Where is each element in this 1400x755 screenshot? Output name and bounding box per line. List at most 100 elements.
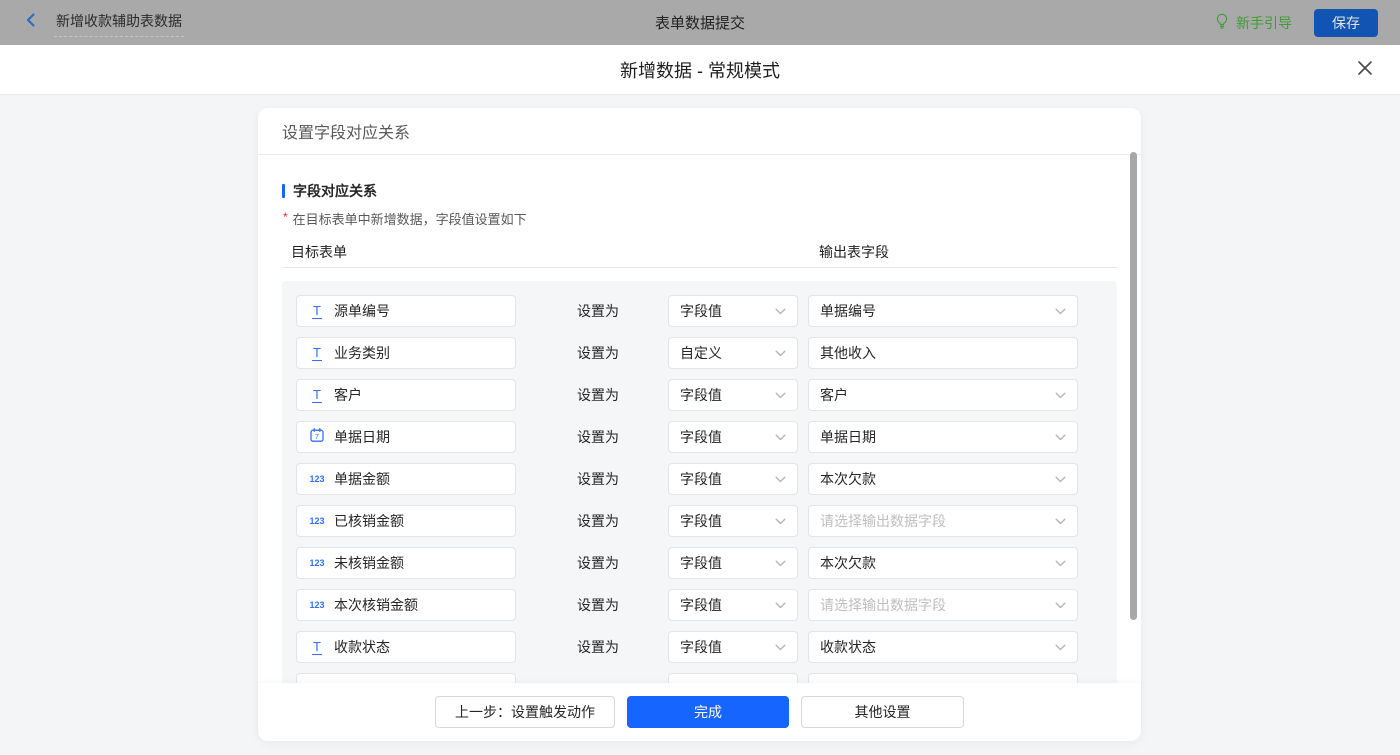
column-output-fields: 输出表字段: [819, 244, 889, 260]
custom-value-input[interactable]: 其他收入: [808, 337, 1078, 369]
rows-panel: T 源单编号 设置为 字段值 单据编号 T 业务类别 设置为 自定义 其他收入 …: [282, 281, 1117, 683]
field-mapping-row: 7 单据日期 设置为 字段值 单据日期: [296, 421, 1103, 453]
target-field-box: T 业务类别: [296, 337, 516, 369]
section-accent-bar: [282, 184, 285, 198]
page-title: 表单数据提交: [654, 15, 745, 32]
set-as-label: 设置为: [577, 303, 619, 319]
chevron-down-icon: [1055, 470, 1066, 488]
field-mapping-row: [296, 673, 1103, 683]
card-footer: 上一步：设置触发动作 完成 其他设置: [258, 683, 1141, 741]
field-mapping-row: 123 单据金额 设置为 字段值 本次欠款: [296, 463, 1103, 495]
value-mode-select[interactable]: 字段值: [668, 631, 798, 663]
target-field-label: 单据日期: [334, 429, 390, 445]
number-field-icon: 123: [309, 558, 325, 568]
field-mapping-row: T 客户 设置为 字段值 客户: [296, 379, 1103, 411]
workflow-title[interactable]: 新增收款辅助表数据: [54, 8, 184, 37]
target-field-box: [296, 673, 516, 683]
close-icon: [1356, 59, 1374, 82]
output-field-select[interactable]: 单据编号: [808, 295, 1078, 327]
chevron-down-icon: [775, 638, 786, 656]
chevron-down-icon: [1055, 596, 1066, 614]
save-button[interactable]: 保存: [1314, 8, 1378, 37]
field-mapping-row: T 业务类别 设置为 自定义 其他收入: [296, 337, 1103, 369]
value-mode-select[interactable]: 自定义: [668, 337, 798, 369]
text-field-icon: T: [312, 302, 322, 319]
target-field-box: 123 单据金额: [296, 463, 516, 495]
target-field-box: 123 本次核销金额: [296, 589, 516, 621]
scrollbar-thumb[interactable]: [1130, 152, 1137, 620]
value-mode-select[interactable]: 字段值: [668, 547, 798, 579]
output-field-select[interactable]: 单据日期: [808, 421, 1078, 453]
value-mode-select[interactable]: 字段值: [668, 589, 798, 621]
chevron-down-icon: [775, 470, 786, 488]
value-mode-select[interactable]: 字段值: [668, 421, 798, 453]
calendar-icon: 7: [310, 427, 324, 447]
chevron-down-icon: [1055, 638, 1066, 656]
target-field-label: 业务类别: [334, 345, 390, 361]
top-bar: 新增收款辅助表数据 表单数据提交 新手引导 保存: [0, 0, 1400, 45]
number-field-icon: 123: [309, 474, 325, 484]
set-as-label: 设置为: [577, 597, 619, 613]
field-mapping-row: T 源单编号 设置为 字段值 单据编号: [296, 295, 1103, 327]
output-field-select[interactable]: 请选择输出数据字段: [808, 505, 1078, 537]
output-field-select[interactable]: [808, 673, 1078, 683]
required-asterisk: *: [283, 210, 288, 224]
value-mode-select[interactable]: 字段值: [668, 295, 798, 327]
target-field-label: 源单编号: [334, 303, 390, 319]
output-field-select[interactable]: 本次欠款: [808, 463, 1078, 495]
set-as-label: 设置为: [577, 345, 619, 361]
other-settings-button[interactable]: 其他设置: [801, 696, 964, 728]
target-field-box: 123 未核销金额: [296, 547, 516, 579]
target-field-box: 7 单据日期: [296, 421, 516, 453]
beginner-guide-link[interactable]: 新手引导: [1214, 13, 1292, 33]
chevron-down-icon: [1055, 512, 1066, 530]
section-description-text: 在目标表单中新增数据，字段值设置如下: [292, 212, 527, 227]
chevron-down-icon: [1055, 302, 1066, 320]
field-mapping-row: T 收款状态 设置为 字段值 收款状态: [296, 631, 1103, 663]
chevron-down-icon: [775, 512, 786, 530]
value-mode-select[interactable]: [668, 673, 798, 683]
section-description: * 在目标表单中新增数据，字段值设置如下: [282, 209, 1117, 228]
field-mapping-row: 123 未核销金额 设置为 字段值 本次欠款: [296, 547, 1103, 579]
value-mode-select[interactable]: 字段值: [668, 463, 798, 495]
section-title-label: 字段对应关系: [293, 183, 377, 199]
target-field-label: 已核销金额: [334, 513, 404, 529]
chevron-down-icon: [775, 596, 786, 614]
target-field-label: 本次核销金额: [334, 597, 418, 613]
section-title: 字段对应关系: [282, 181, 1117, 201]
number-field-icon: 123: [309, 516, 325, 526]
text-field-icon: T: [312, 344, 322, 361]
beginner-guide-label: 新手引导: [1236, 14, 1292, 31]
text-field-icon: T: [312, 386, 322, 403]
chevron-left-icon: [22, 11, 40, 34]
chevron-down-icon: [1055, 554, 1066, 572]
previous-step-button[interactable]: 上一步：设置触发动作: [435, 696, 615, 728]
back-button[interactable]: [22, 11, 40, 34]
output-field-select[interactable]: 请选择输出数据字段: [808, 589, 1078, 621]
field-mapping-row: 123 已核销金额 设置为 字段值 请选择输出数据字段: [296, 505, 1103, 537]
text-field-icon: T: [312, 638, 322, 655]
target-field-box: T 源单编号: [296, 295, 516, 327]
value-mode-select[interactable]: 字段值: [668, 379, 798, 411]
target-field-label: 客户: [334, 387, 362, 403]
modal-title: 新增数据 - 常规模式: [620, 60, 780, 81]
close-button[interactable]: [1354, 59, 1376, 81]
set-as-label: 设置为: [577, 387, 619, 403]
output-field-select[interactable]: 收款状态: [808, 631, 1078, 663]
chevron-down-icon: [1055, 428, 1066, 446]
output-field-select[interactable]: 客户: [808, 379, 1078, 411]
field-mapping-row: 123 本次核销金额 设置为 字段值 请选择输出数据字段: [296, 589, 1103, 621]
chevron-down-icon: [775, 428, 786, 446]
chevron-down-icon: [775, 386, 786, 404]
column-target-form: 目标表单: [291, 244, 347, 260]
set-as-label: 设置为: [577, 639, 619, 655]
done-button[interactable]: 完成: [627, 696, 789, 728]
chevron-down-icon: [775, 554, 786, 572]
set-as-label: 设置为: [577, 513, 619, 529]
value-mode-select[interactable]: 字段值: [668, 505, 798, 537]
target-field-box: 123 已核销金额: [296, 505, 516, 537]
output-field-select[interactable]: 本次欠款: [808, 547, 1078, 579]
set-as-label: 设置为: [577, 555, 619, 571]
target-field-label: 收款状态: [334, 639, 390, 655]
target-field-box: T 客户: [296, 379, 516, 411]
